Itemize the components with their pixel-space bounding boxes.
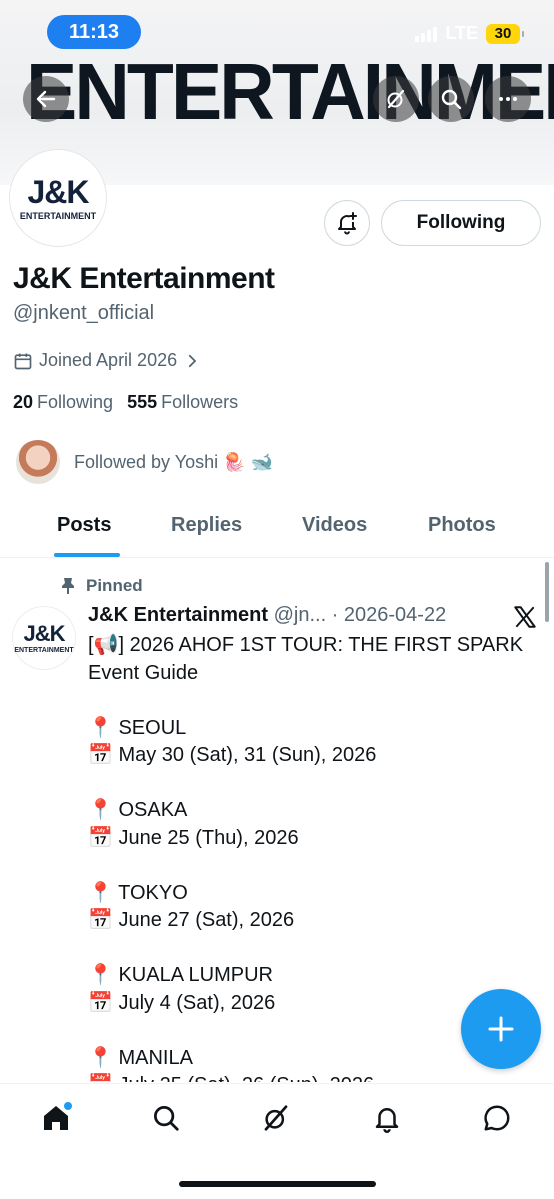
post-author-avatar[interactable]: J&K ENTERTAINMENT [12,606,76,670]
scrollbar[interactable] [545,562,549,622]
followers-count: 555 [127,392,158,412]
profile-avatar[interactable]: J&K ENTERTAINMENT [10,150,106,246]
search-icon [441,89,462,110]
pin-icon [62,578,74,594]
bottom-navigation [0,1083,554,1199]
chevron-right-icon [188,354,197,367]
followers-label: Followers [161,392,239,412]
followers-count-link[interactable]: 555 Followers [127,392,238,413]
more-button[interactable] [485,76,531,122]
battery-icon: 30 [486,23,524,44]
avatar-logo-sub: ENTERTAINMENT [19,210,97,221]
bell-plus-icon [338,212,357,235]
follower-avatar [16,440,60,484]
home-indicator [179,1181,376,1187]
tab-photos[interactable]: Photos [428,514,496,537]
pinned-label: Pinned [60,576,143,596]
post-line: 📅 June 27 (Sat), 2026 [88,909,295,931]
following-count-link[interactable]: 20 Following [13,392,113,413]
post-line: 📍 SEOUL [88,716,187,739]
nav-grok[interactable] [258,1100,294,1136]
post-meta: @jn... · 2026-04-22 [268,604,447,626]
post-header[interactable]: J&K Entertainment @jn... · 2026-04-22 [88,604,446,627]
notifications-subscribe-button[interactable] [324,200,370,246]
status-indicators: LTE 30 [415,23,524,44]
grok-icon [387,89,405,109]
back-button[interactable] [23,76,69,122]
messages-icon [484,1105,510,1131]
nav-notifications[interactable] [369,1100,405,1136]
notifications-icon [375,1108,399,1133]
network-label: LTE [445,23,478,43]
tab-posts[interactable]: Posts [57,514,111,537]
signal-icon [415,26,438,42]
pinned-text: Pinned [86,576,143,595]
post-line: 📅 June 25 (Thu), 2026 [88,826,299,849]
nav-home[interactable] [38,1100,74,1136]
active-tab-indicator [54,553,120,557]
avatar-logo-main: J&K [27,173,89,210]
plus-icon [488,1016,514,1042]
grok-icon [264,1105,288,1131]
post-line: 📅 May 30 (Sat), 31 (Sun), 2026 [88,744,377,766]
compose-button[interactable] [461,989,541,1069]
post-avatar-logo-main: J&K [23,620,65,646]
followed-by[interactable]: Followed by Yoshi 🪼 🐋 [16,440,273,484]
notification-dot [64,1102,72,1110]
search-icon [154,1106,179,1131]
following-button[interactable]: Following [381,200,541,246]
post-line: Event Guide [88,661,199,684]
grok-button[interactable] [373,76,419,122]
followed-by-text: Followed by Yoshi 🪼 🐋 [74,451,273,472]
post-line: 📅 July 25 (Sat), 26 (Sun), 2026 [88,1072,544,1082]
post-author-name: J&K Entertainment [88,604,269,626]
post-avatar-logo-sub: ENTERTAINMENT [14,646,74,654]
profile-handle: @jnkent_official [13,302,155,324]
more-icon [499,97,517,101]
x-logo-icon [514,606,536,628]
post-line: 📍 OSAKA [88,799,188,821]
profile-display-name: J&K Entertainment [13,262,275,295]
post-line: 📍 TOKYO [88,881,188,904]
joined-date[interactable]: Joined April 2026 [13,350,201,371]
search-button[interactable] [428,76,474,122]
tab-replies[interactable]: Replies [171,514,242,537]
following-label: Following [37,392,114,412]
status-time: 11:13 [47,15,141,49]
calendar-icon [14,353,32,369]
joined-text: Joined April 2026 [39,350,178,370]
post-line: 📍 KUALA LUMPUR [88,964,273,986]
nav-search[interactable] [148,1100,184,1136]
nav-messages[interactable] [479,1100,515,1136]
banner-text: ENTERTAINMENT [26,47,554,136]
arrow-left-icon [36,90,56,108]
following-count: 20 [13,392,34,412]
tab-videos[interactable]: Videos [302,514,367,537]
post-line: [📢] 2026 AHOF 1ST TOUR: THE FIRST SPARK [88,634,524,656]
profile-tabs: Posts Replies Videos Photos [0,500,554,558]
follow-counts: 20 Following 555 Followers [13,392,238,413]
